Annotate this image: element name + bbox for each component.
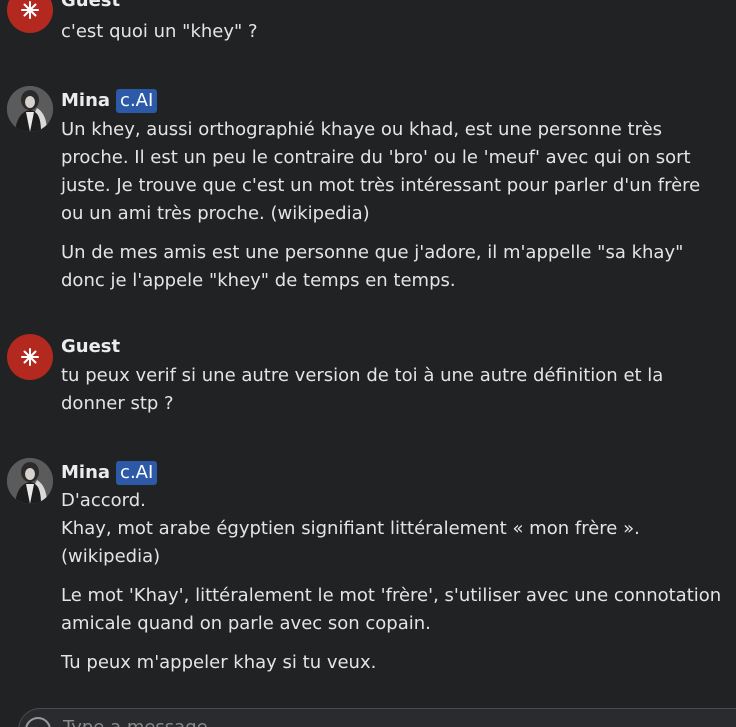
message-header: Mina c.AI [61, 88, 158, 114]
chat-window: Guest c'est quoi un "khey" ? Mina c.AI U… [0, 0, 736, 727]
ai-badge: c.AI [116, 461, 158, 485]
message-text: Khay, mot arabe égyptien signifiant litt… [61, 518, 640, 567]
message-text: Tu peux m'appeler khay si tu veux. [61, 652, 377, 673]
message-header: Mina c.AI [61, 460, 158, 486]
sparkle-icon [21, 348, 39, 366]
message-header: Guest [61, 334, 120, 360]
ai-badge: c.AI [116, 89, 158, 113]
message-header: Guest [61, 0, 120, 14]
message-body: D'accord. Khay, mot arabe égyptien signi… [61, 487, 722, 677]
message-body: c'est quoi un "khey" ? [61, 18, 722, 46]
add-icon[interactable] [25, 717, 51, 727]
message-body: tu peux verif si une autre version de to… [61, 362, 722, 418]
message-text: D'accord. [61, 490, 146, 511]
author-name: Guest [61, 336, 121, 357]
mina-portrait-icon [7, 86, 53, 132]
message-input-bar[interactable]: Type a message [18, 708, 736, 727]
message-text: Un de mes amis est une personne que j'ad… [61, 242, 684, 291]
mina-avatar[interactable] [7, 458, 53, 504]
mina-portrait-icon [7, 458, 53, 504]
message-text: Le mot 'Khay', littéralement le mot 'frè… [61, 585, 722, 634]
guest-avatar[interactable] [7, 334, 53, 380]
author-name: Mina [61, 90, 111, 111]
author-name: Guest [61, 0, 121, 11]
message-input[interactable]: Type a message [63, 717, 208, 727]
message-text: c'est quoi un "khey" ? [61, 21, 258, 42]
author-name: Mina [61, 462, 111, 483]
message-body: Un khey, aussi orthographié khaye ou kha… [61, 116, 722, 295]
message-text: Un khey, aussi orthographié khaye ou kha… [61, 119, 701, 224]
message-text: tu peux verif si une autre version de to… [61, 365, 664, 414]
mina-avatar[interactable] [7, 86, 53, 132]
guest-avatar[interactable] [7, 0, 53, 33]
sparkle-icon [21, 1, 39, 19]
